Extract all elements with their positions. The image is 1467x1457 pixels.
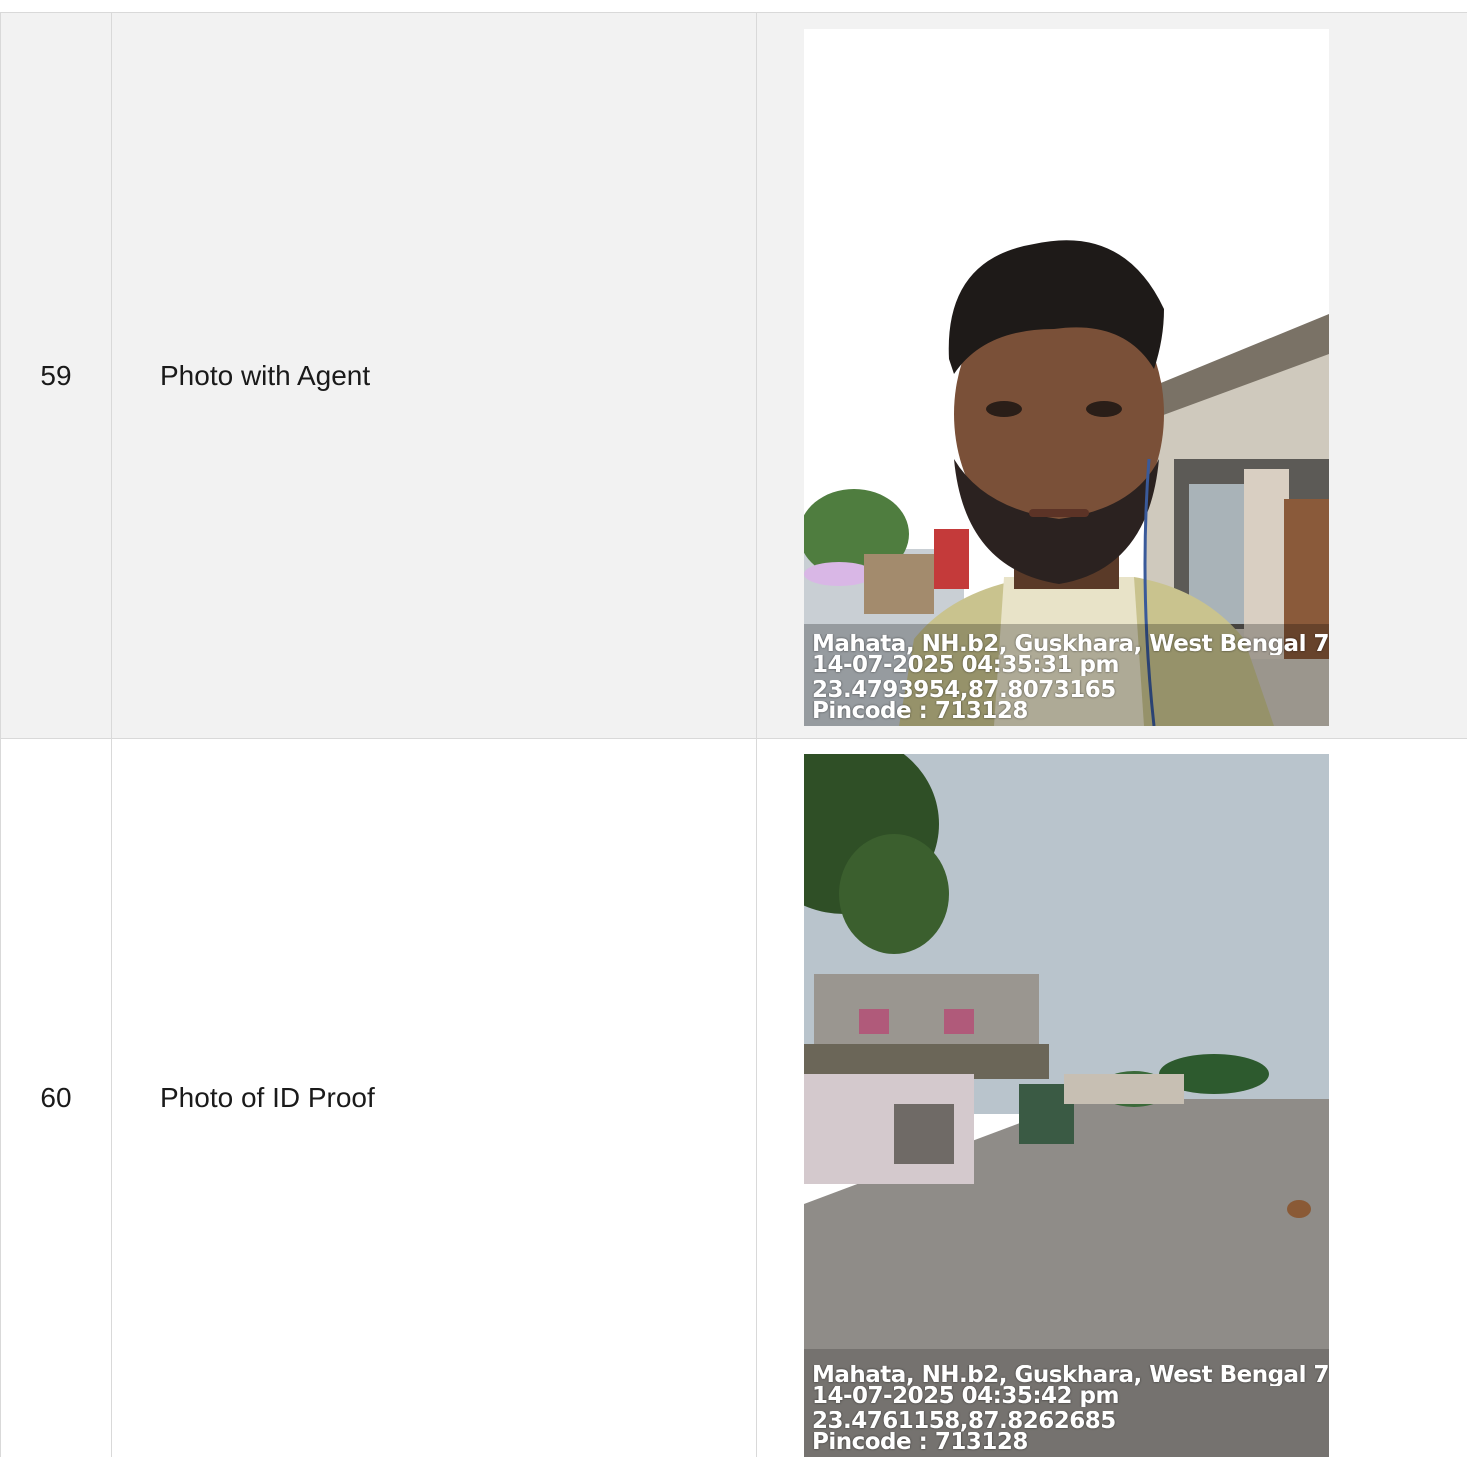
photo-cell: Mahata, NH.b2, Guskhara, West Bengal 713… bbox=[757, 13, 1467, 738]
geotag-address: Mahata, NH.b2, Guskhara, West Bengal 713 bbox=[812, 634, 1329, 655]
photo-geotag-overlay: Mahata, NH.b2, Guskhara, West Bengal 713… bbox=[804, 630, 1329, 726]
geotag-pincode: Pincode : 713128 bbox=[812, 701, 1028, 722]
agent-selfie-photo[interactable]: Mahata, NH.b2, Guskhara, West Bengal 713… bbox=[804, 29, 1329, 726]
row-label: Photo of ID Proof bbox=[112, 739, 757, 1457]
geotag-coords: 23.4793954,87.8073165 bbox=[812, 680, 1116, 701]
row-label: Photo with Agent bbox=[112, 13, 757, 738]
geotag-datetime: 14-07-2025 04:35:42 pm bbox=[812, 1386, 1119, 1407]
table-row: 59 Photo with Agent Mahata, NH.b2, Guskh… bbox=[0, 13, 1467, 739]
photo-geotag-overlay: Mahata, NH.b2, Guskhara, West Bengal 713… bbox=[804, 1361, 1329, 1457]
street-image bbox=[804, 754, 1329, 1457]
row-number: 60 bbox=[0, 739, 112, 1457]
geotag-coords: 23.4761158,87.8262685 bbox=[812, 1411, 1116, 1432]
id-proof-photo[interactable]: Mahata, NH.b2, Guskhara, West Bengal 713… bbox=[804, 754, 1329, 1457]
selfie-image bbox=[804, 29, 1329, 726]
geotag-address: Mahata, NH.b2, Guskhara, West Bengal 713 bbox=[812, 1365, 1329, 1386]
geotag-datetime: 14-07-2025 04:35:31 pm bbox=[812, 655, 1119, 676]
photo-cell: Mahata, NH.b2, Guskhara, West Bengal 713… bbox=[757, 739, 1467, 1457]
table-row: 60 Photo of ID Proof Mahata, NH.b2, Gusk… bbox=[0, 739, 1467, 1457]
row-number: 59 bbox=[0, 13, 112, 738]
geotag-pincode: Pincode : 713128 bbox=[812, 1432, 1028, 1453]
photo-table: 59 Photo with Agent Mahata, NH.b2, Guskh… bbox=[0, 12, 1467, 1457]
